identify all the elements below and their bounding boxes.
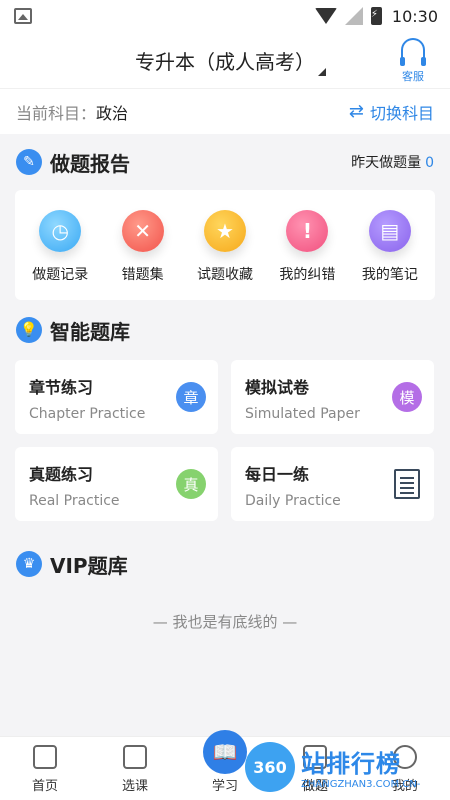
report-item-favorite[interactable]: ★ 试题收藏	[184, 210, 266, 300]
vip-section-header: ♛ VIP题库	[0, 521, 450, 593]
end-of-list-note: — 我也是有底线的 —	[152, 613, 298, 631]
study-center-button[interactable]: 📖	[203, 730, 247, 774]
switch-subject-label: 切换科目	[369, 103, 434, 123]
simulated-paper-card[interactable]: 模拟试卷 Simulated Paper 模	[231, 360, 434, 434]
real-badge-icon: 真	[176, 469, 206, 499]
report-card: ◷ 做题记录 ✕ 错题集 ★ 试题收藏 ! 我的纠错 ▤ 我的笔记	[15, 190, 435, 300]
tab-label: 学习	[211, 779, 238, 794]
tab-courses[interactable]: 选课	[105, 745, 165, 794]
report-section-header: ✎ 做题报告 昨天做题量 0	[0, 134, 450, 190]
bank-section-header: 💡 智能题库	[0, 300, 450, 360]
battery-icon	[370, 7, 382, 25]
tab-label: 选课	[121, 779, 148, 794]
dropdown-triangle-icon[interactable]	[318, 60, 326, 76]
status-bar: 10:30	[0, 0, 450, 32]
bank-grid: 章节练习 Chapter Practice 章 模拟试卷 Simulated P…	[0, 360, 450, 521]
tab-home[interactable]: 首页	[15, 745, 75, 794]
x-icon: ✕	[121, 210, 164, 252]
real-practice-card[interactable]: 真题练习 Real Practice 真	[15, 447, 218, 521]
bag-icon	[123, 745, 147, 769]
current-subject-label: 当前科目：	[16, 103, 97, 123]
exam-title[interactable]: 专升本（成人高考）	[135, 46, 315, 75]
headset-icon	[400, 38, 426, 66]
report-item-label: 试题收藏	[197, 267, 254, 283]
customer-service-label: 客服	[402, 70, 424, 83]
watermark-text: 站排行榜	[301, 750, 401, 778]
report-item-label: 做题记录	[32, 267, 89, 283]
clock-icon: ◷	[39, 210, 82, 252]
lightbulb-icon: 💡	[16, 317, 42, 343]
yesterday-number: 0	[425, 155, 434, 171]
report-item-label: 我的纠错	[279, 267, 336, 283]
simulated-badge-icon: 模	[392, 382, 422, 412]
watermark: 360 站排行榜 ZHANGZHAN3.COM.CN-	[245, 742, 420, 792]
report-item-label: 错题集	[121, 267, 164, 283]
pencil-icon: ✎	[16, 149, 42, 175]
image-icon	[14, 8, 32, 24]
note-icon: ▤	[368, 210, 411, 252]
report-item-label: 我的笔记	[361, 267, 418, 283]
report-item-notes[interactable]: ▤ 我的笔记	[349, 210, 431, 300]
app-header: 专升本（成人高考） 客服	[0, 32, 450, 88]
tab-label: 首页	[31, 779, 58, 794]
yesterday-label: 昨天做题量	[351, 155, 422, 171]
bank-title: 智能题库	[50, 319, 130, 344]
current-subject-value: 政治	[96, 103, 129, 123]
chapter-practice-card[interactable]: 章节练习 Chapter Practice 章	[15, 360, 218, 434]
yesterday-count: 昨天做题量 0	[351, 152, 434, 172]
subject-bar: 当前科目：政治 ⇄ 切换科目	[0, 88, 450, 134]
vip-title: VIP题库	[50, 553, 128, 578]
exclamation-icon: !	[286, 210, 329, 252]
status-time: 10:30	[391, 6, 438, 26]
home-icon	[33, 745, 57, 769]
chapter-badge-icon: 章	[176, 382, 206, 412]
crown-icon: ♛	[16, 551, 42, 577]
swap-icon: ⇄	[348, 101, 364, 122]
customer-service-button[interactable]: 客服	[398, 38, 428, 84]
report-title: 做题报告	[50, 151, 130, 176]
wifi-icon	[314, 8, 337, 24]
watermark-logo: 360	[245, 742, 295, 792]
star-icon: ★	[204, 210, 247, 252]
watermark-small: ZHANGZHAN3.COM.CN-	[301, 779, 421, 790]
daily-practice-card[interactable]: 每日一练 Daily Practice	[231, 447, 434, 521]
signal-icon	[344, 7, 363, 25]
switch-subject-button[interactable]: ⇄ 切换科目	[349, 100, 434, 124]
report-item-correction[interactable]: ! 我的纠错	[266, 210, 348, 300]
report-item-record[interactable]: ◷ 做题记录	[19, 210, 101, 300]
report-item-wrong[interactable]: ✕ 错题集	[101, 210, 183, 300]
document-icon	[394, 469, 420, 499]
